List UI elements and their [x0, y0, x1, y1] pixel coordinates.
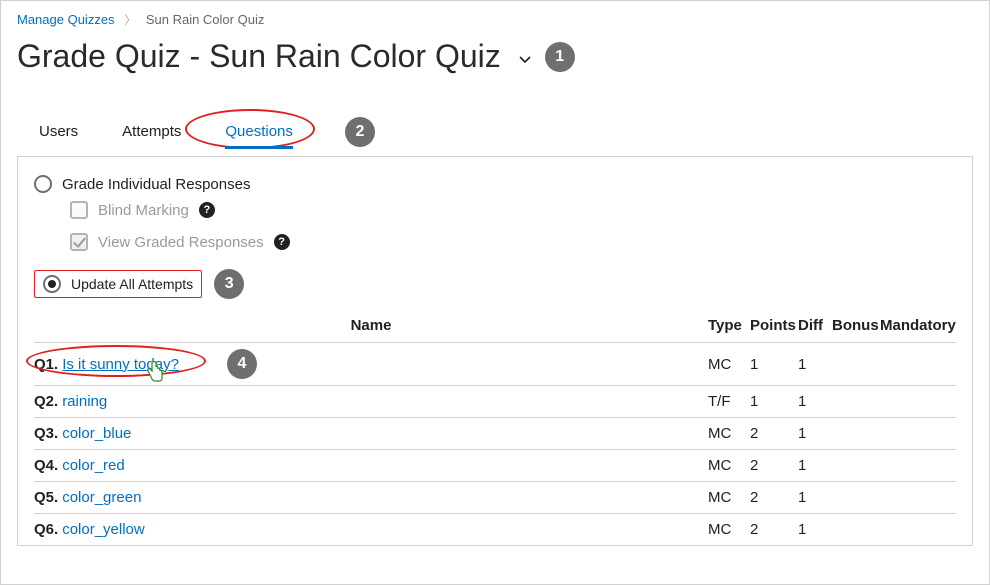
cell-diff: 1 — [798, 489, 830, 506]
page-title: Grade Quiz - Sun Rain Color Quiz — [17, 38, 501, 75]
question-number: Q5. — [34, 489, 58, 506]
question-link[interactable]: color_yellow — [62, 521, 145, 538]
callout-4: 4 — [227, 349, 257, 379]
view-graded-option: View Graded Responses ? — [70, 229, 956, 255]
update-all-row: Update All Attempts 3 — [34, 269, 956, 299]
breadcrumb: Manage Quizzes 〉 Sun Rain Color Quiz — [17, 9, 973, 34]
update-all-label: Update All Attempts — [71, 276, 193, 292]
blind-marking-label: Blind Marking — [98, 202, 189, 219]
callout-2: 2 — [345, 117, 375, 147]
breadcrumb-separator-icon: 〉 — [124, 13, 136, 27]
table-row: Q1. Is it sunny today? 4 MC 1 1 — [34, 342, 956, 385]
header-type: Type — [708, 317, 748, 334]
header-name: Name — [34, 317, 708, 334]
cell-type: T/F — [708, 393, 748, 410]
tab-questions-label: Questions — [225, 123, 293, 140]
question-link[interactable]: color_green — [62, 489, 141, 506]
question-number: Q1. — [34, 356, 58, 373]
question-number: Q2. — [34, 393, 58, 410]
page-root: Manage Quizzes 〉 Sun Rain Color Quiz Gra… — [0, 0, 990, 585]
view-graded-label: View Graded Responses — [98, 234, 264, 251]
help-icon[interactable]: ? — [274, 234, 290, 250]
cell-bonus — [832, 425, 878, 442]
checkbox-checked-disabled-icon — [70, 233, 88, 251]
table-row: Q5. color_green MC 2 1 — [34, 481, 956, 513]
cell-mandatory — [880, 356, 956, 373]
header-points: Points — [750, 317, 796, 334]
checkbox-unchecked-icon — [70, 201, 88, 219]
table-row: Q2. raining T/F 1 1 — [34, 385, 956, 417]
cell-bonus — [832, 356, 878, 373]
cell-mandatory — [880, 393, 956, 410]
tab-users[interactable]: Users — [17, 115, 100, 148]
cell-points: 2 — [750, 425, 796, 442]
cell-bonus — [832, 457, 878, 474]
tab-attempts[interactable]: Attempts — [100, 115, 203, 148]
cell-points: 1 — [750, 393, 796, 410]
sub-options: Blind Marking ? View Graded Responses ? — [34, 197, 956, 255]
table-row: Q4. color_red MC 2 1 — [34, 449, 956, 481]
cursor-hand-icon — [146, 361, 164, 383]
cell-points: 2 — [750, 489, 796, 506]
content-panel: Grade Individual Responses Blind Marking… — [17, 156, 973, 546]
cell-diff: 1 — [798, 425, 830, 442]
radio-selected-icon[interactable] — [43, 275, 61, 293]
header-diff: Diff — [798, 317, 830, 334]
cell-diff: 1 — [798, 356, 830, 373]
callout-3: 3 — [214, 269, 244, 299]
cell-type: MC — [708, 521, 748, 538]
cell-type: MC — [708, 457, 748, 474]
chevron-down-icon[interactable] — [519, 53, 531, 65]
page-title-row: Grade Quiz - Sun Rain Color Quiz 1 — [17, 34, 973, 75]
cell-mandatory — [880, 489, 956, 506]
question-link[interactable]: color_blue — [62, 425, 131, 442]
cell-type: MC — [708, 489, 748, 506]
grade-individual-label: Grade Individual Responses — [62, 176, 250, 193]
table-row: Q3. color_blue MC 2 1 — [34, 417, 956, 449]
table-header: Name Type Points Diff Bonus Mandatory — [34, 299, 956, 342]
callout-1: 1 — [545, 42, 575, 72]
cell-mandatory — [880, 521, 956, 538]
grade-individual-option[interactable]: Grade Individual Responses — [34, 171, 956, 197]
cell-mandatory — [880, 425, 956, 442]
tabs: Users Attempts Questions 2 — [17, 75, 973, 148]
header-bonus: Bonus — [832, 317, 878, 334]
cell-bonus — [832, 393, 878, 410]
tab-questions[interactable]: Questions — [203, 115, 315, 148]
question-link[interactable]: color_red — [62, 457, 125, 474]
table-row: Q6. color_yellow MC 2 1 — [34, 513, 956, 545]
cell-diff: 1 — [798, 521, 830, 538]
help-icon[interactable]: ? — [199, 202, 215, 218]
breadcrumb-current: Sun Rain Color Quiz — [146, 12, 265, 27]
breadcrumb-parent-link[interactable]: Manage Quizzes — [17, 12, 115, 27]
question-number: Q4. — [34, 457, 58, 474]
annotation-box-icon: Update All Attempts — [34, 270, 202, 298]
cell-diff: 1 — [798, 457, 830, 474]
cell-mandatory — [880, 457, 956, 474]
cell-bonus — [832, 489, 878, 506]
cell-points: 2 — [750, 521, 796, 538]
cell-points: 1 — [750, 356, 796, 373]
question-number: Q6. — [34, 521, 58, 538]
blind-marking-option: Blind Marking ? — [70, 197, 956, 223]
header-mandatory: Mandatory — [880, 317, 956, 334]
question-link[interactable]: raining — [62, 393, 107, 410]
cell-points: 2 — [750, 457, 796, 474]
cell-type: MC — [708, 356, 748, 373]
cell-bonus — [832, 521, 878, 538]
question-number: Q3. — [34, 425, 58, 442]
radio-unselected-icon[interactable] — [34, 175, 52, 193]
cell-diff: 1 — [798, 393, 830, 410]
cell-type: MC — [708, 425, 748, 442]
